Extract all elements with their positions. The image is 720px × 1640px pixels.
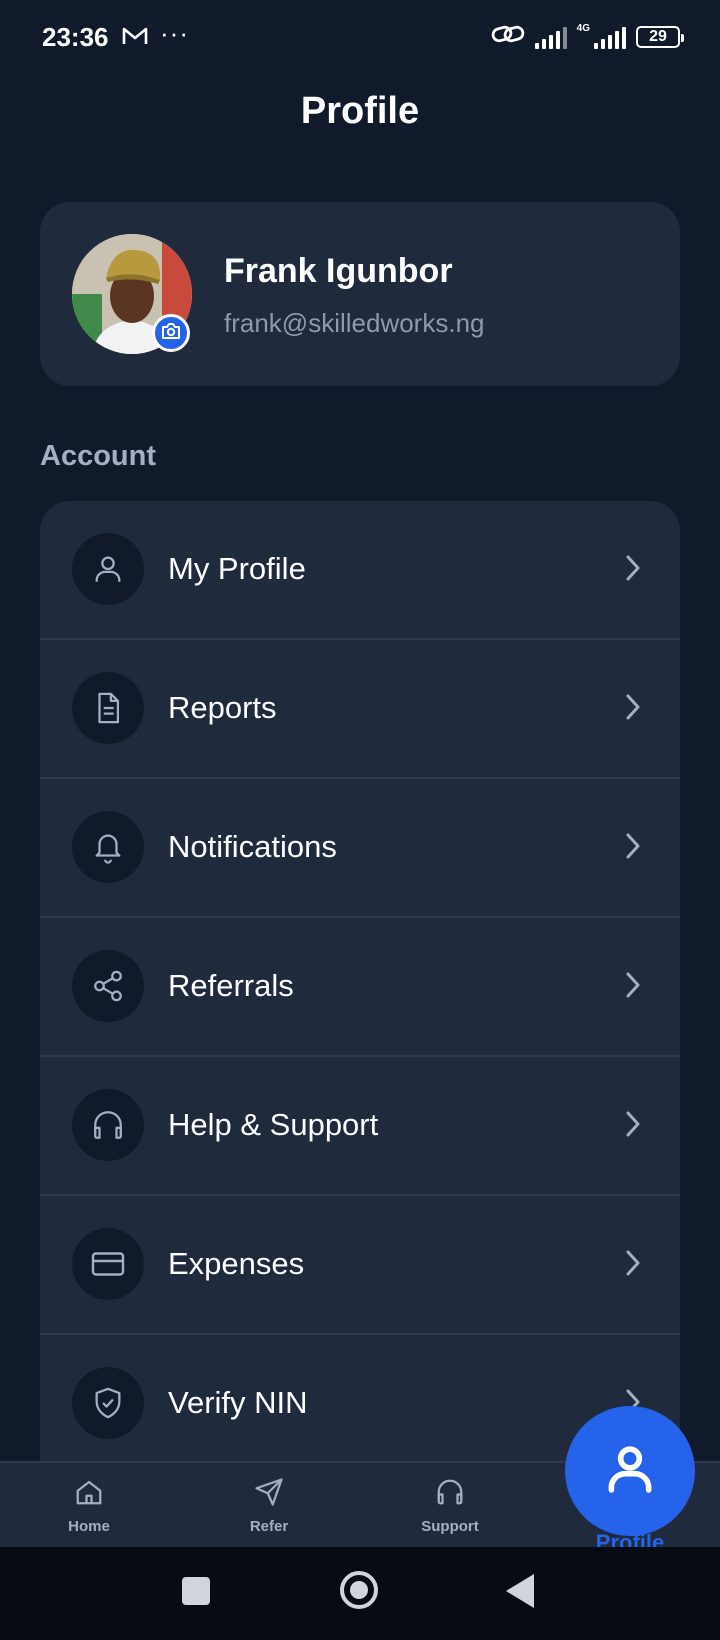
document-icon <box>72 672 144 744</box>
more-notifications-icon: ··· <box>160 18 189 48</box>
status-time: 23:36 <box>42 22 109 52</box>
chevron-right-icon <box>624 553 642 588</box>
account-menu: My Profile Reports Notifications Referra… <box>40 501 680 1461</box>
menu-item-label: Notifications <box>168 829 337 864</box>
menu-item-label: Help & Support <box>168 1107 379 1142</box>
home-icon <box>74 1480 104 1511</box>
chevron-right-icon <box>624 1109 642 1144</box>
back-button[interactable] <box>506 1574 534 1608</box>
credit-card-icon <box>72 1228 144 1300</box>
menu-item-notifications[interactable]: Notifications <box>40 779 680 918</box>
battery-level: 29 <box>649 27 667 45</box>
recent-apps-button[interactable] <box>182 1577 210 1605</box>
nav-home[interactable]: Home <box>19 1477 159 1535</box>
menu-item-label: Expenses <box>168 1246 305 1281</box>
send-icon <box>254 1478 284 1511</box>
menu-item-label: Reports <box>168 690 277 725</box>
signal-icon <box>534 25 567 49</box>
camera-icon <box>161 322 181 345</box>
section-label-account: Account <box>40 440 156 472</box>
page-title: Profile <box>300 90 420 132</box>
chevron-right-icon <box>624 1248 642 1283</box>
status-icons: 4G 29 <box>491 22 684 51</box>
share-icon <box>72 950 144 1022</box>
status-bar: 23:36 ··· 4G 29 <box>0 0 720 80</box>
menu-item-referrals[interactable]: Referrals <box>40 918 680 1057</box>
gmail-icon <box>122 26 148 51</box>
home-button[interactable] <box>340 1571 378 1609</box>
menu-item-label: Referrals <box>168 968 294 1003</box>
signal-icon-2 <box>594 25 626 49</box>
menu-item-expenses[interactable]: Expenses <box>40 1196 680 1335</box>
user-icon <box>72 533 144 605</box>
nav-profile-active-button[interactable] <box>565 1406 695 1536</box>
profile-card: Frank Igunbor frank@skilledworks.ng <box>40 202 680 386</box>
system-navigation-bar <box>0 1547 720 1640</box>
nav-label: Refer <box>249 1518 289 1535</box>
nav-support[interactable]: Support <box>380 1477 520 1535</box>
user-email: frank@skilledworks.ng <box>224 308 485 338</box>
nav-refer[interactable]: Refer <box>199 1477 339 1535</box>
link-icon <box>491 22 525 51</box>
menu-item-label: Verify NIN <box>168 1385 308 1420</box>
chevron-right-icon <box>624 970 642 1005</box>
bell-icon <box>72 811 144 883</box>
headphones-icon <box>72 1089 144 1161</box>
shield-check-icon <box>72 1367 144 1439</box>
chevron-right-icon <box>624 692 642 727</box>
user-icon <box>602 1439 658 1504</box>
user-name: Frank Igunbor <box>224 252 453 290</box>
network-type: 4G <box>576 22 590 34</box>
chevron-right-icon <box>624 831 642 866</box>
nav-label: Support <box>421 1518 479 1535</box>
nav-label: Home <box>68 1518 110 1535</box>
menu-item-help-support[interactable]: Help & Support <box>40 1057 680 1196</box>
change-photo-button[interactable] <box>152 314 190 352</box>
menu-item-label: My Profile <box>168 551 306 586</box>
battery-icon: 29 <box>636 25 684 48</box>
headphones-icon <box>435 1479 465 1511</box>
menu-item-my-profile[interactable]: My Profile <box>40 501 680 640</box>
menu-item-reports[interactable]: Reports <box>40 640 680 779</box>
